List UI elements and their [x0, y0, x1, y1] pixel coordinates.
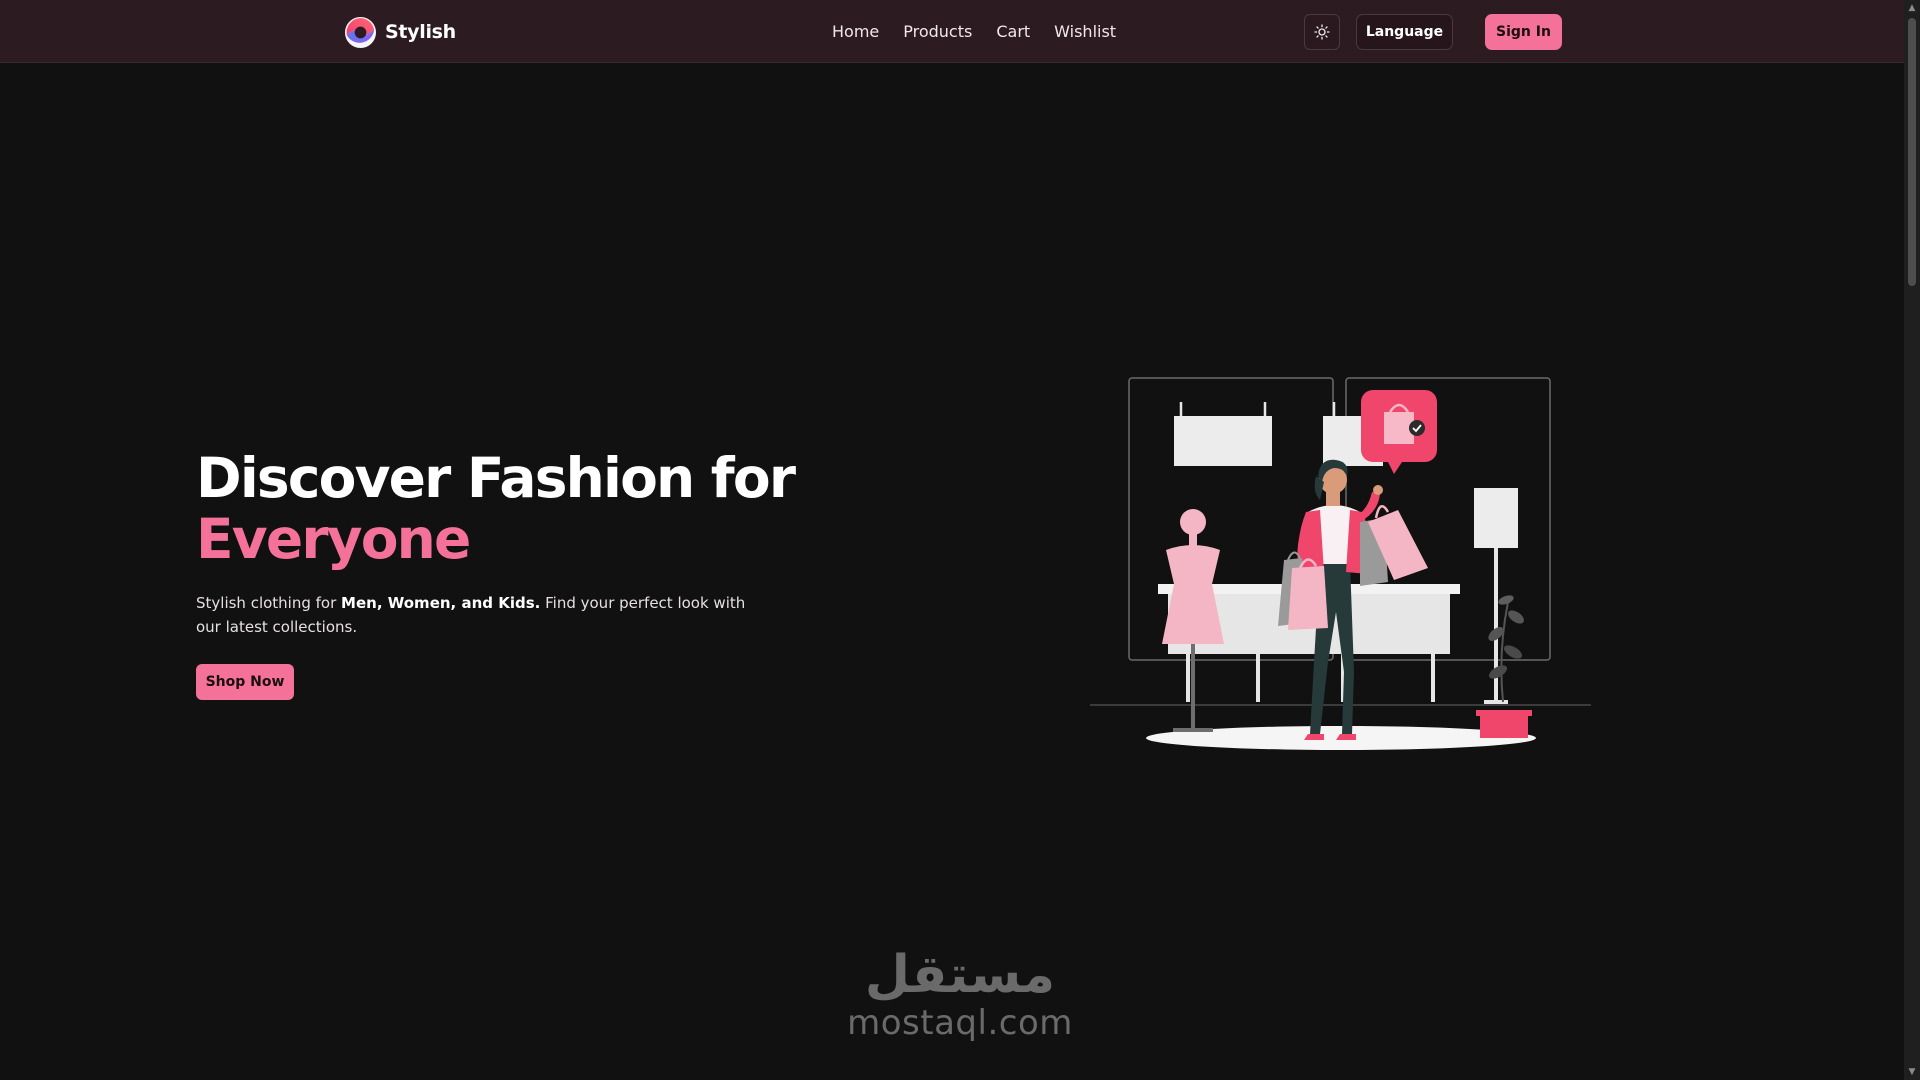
hero-title-line1: Discover Fashion for	[196, 446, 796, 510]
navbar: Stylish Home Products Cart Wishlist Lang…	[0, 0, 1904, 63]
watermark-arabic: مستقل	[864, 945, 1056, 1005]
hanging-sign-left	[1174, 416, 1272, 466]
nav-products[interactable]: Products	[903, 22, 972, 41]
shopping-bag-left	[1288, 566, 1328, 630]
stylish-logo-icon	[344, 16, 377, 48]
sun-icon	[1314, 24, 1330, 40]
theme-toggle-button[interactable]	[1304, 14, 1340, 50]
watermark: مستقل mostaql.com	[845, 945, 1075, 1041]
brand-link[interactable]: Stylish	[344, 14, 456, 50]
hero-desc-bold: Men, Women, and Kids.	[341, 594, 541, 612]
main-nav: Home Products Cart Wishlist	[832, 0, 1116, 63]
nav-wishlist[interactable]: Wishlist	[1054, 22, 1116, 41]
scroll-thumb[interactable]	[1908, 18, 1916, 286]
nav-home[interactable]: Home	[832, 22, 879, 41]
scroll-down-arrow-icon[interactable]: ▼	[1904, 1064, 1920, 1080]
sign-in-button[interactable]: Sign In	[1485, 14, 1562, 50]
brand-name: Stylish	[385, 21, 456, 43]
hero-title-accent: Everyone	[196, 507, 471, 571]
shop-now-button[interactable]: Shop Now	[196, 664, 294, 700]
scroll-up-arrow-icon[interactable]: ▲	[1904, 0, 1920, 16]
hero-section: Discover Fashion for Everyone Stylish cl…	[196, 448, 796, 700]
shopping-woman-illustration	[1090, 377, 1591, 750]
hero-desc-before: Stylish clothing for	[196, 594, 342, 612]
hero-description: Stylish clothing for Men, Women, and Kid…	[196, 591, 756, 639]
plant-pot	[1480, 714, 1528, 738]
nav-cart[interactable]: Cart	[996, 22, 1030, 41]
page-scrollbar[interactable]: ▲ ▼	[1904, 0, 1920, 1080]
watermark-latin: mostaql.com	[847, 1003, 1073, 1043]
language-button[interactable]: Language	[1356, 14, 1453, 50]
hero-title: Discover Fashion for Everyone	[196, 448, 796, 570]
